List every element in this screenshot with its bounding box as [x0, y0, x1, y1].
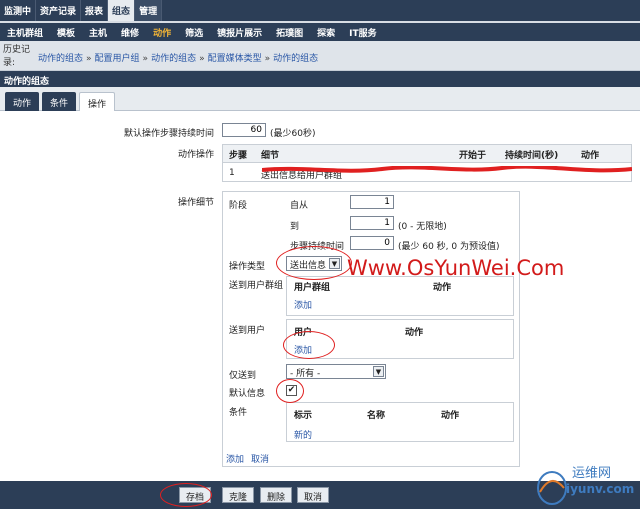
tab-action[interactable]: 动作	[5, 92, 40, 111]
cancel-button[interactable]: 取消	[297, 487, 330, 503]
col-duration: 持续时间(秒)	[505, 151, 559, 161]
sub-nav-it-services[interactable]: IT服务	[342, 26, 384, 39]
top-nav-inventory[interactable]: 资产记录	[36, 0, 82, 21]
col-step: 步骤	[229, 151, 248, 161]
sub-nav-templates[interactable]: 模板	[50, 26, 82, 39]
tabs-bar: 动作 条件 操作	[0, 87, 640, 111]
from-input[interactable]	[350, 195, 394, 209]
col-detail: 细节	[261, 151, 280, 161]
col-action: 动作	[581, 151, 600, 161]
condition-action-header: 动作	[441, 411, 460, 421]
step-duration-hint: (最少 60 秒, 0 为预设值)	[398, 242, 500, 252]
add-operation-link[interactable]: 添加	[226, 452, 244, 465]
sub-nav-discovery[interactable]: 探索	[310, 26, 342, 39]
sub-nav-actions[interactable]: 动作	[146, 26, 178, 39]
send-only-to-label: 仅送到	[229, 371, 257, 381]
breadcrumb-separator: »	[86, 54, 92, 64]
default-step-duration-hint: (最少60秒)	[270, 129, 316, 139]
sub-nav-maps[interactable]: 拓璞图	[269, 26, 310, 39]
top-nav-configuration[interactable]: 组态	[108, 0, 136, 21]
operation-details-box: 阶段 自从 到 (0 - 无限地) 步骤持续时间 (最少 60 秒, 0 为预设…	[222, 191, 520, 467]
operations-form: 默认操作步骤持续时间 (最少60秒) 动作操作 步骤 细节 开始于 持续时间(秒…	[0, 111, 640, 481]
default-message-label: 默认信息	[229, 389, 266, 399]
stage-label: 阶段	[229, 201, 248, 211]
annotation-ellipse	[283, 331, 335, 359]
from-label: 自从	[290, 201, 309, 211]
operations-table: 步骤 细节 开始于 持续时间(秒) 动作 1 送出信息给用户群组	[222, 144, 632, 182]
default-step-duration-input[interactable]	[222, 123, 266, 137]
tab-operations[interactable]: 操作	[79, 92, 116, 111]
user-groups-header: 用户群组	[294, 283, 331, 293]
operations-table-header: 步骤 细节 开始于 持续时间(秒) 动作	[223, 145, 631, 163]
conditions-box: 标示 名称 动作 新的	[286, 402, 514, 442]
sub-nav: 主机群组 模板 主机 维修 动作 筛选 镜报片展示 拓璞图 探索 IT服务	[0, 21, 640, 41]
default-step-duration-label: 默认操作步骤持续时间	[123, 129, 214, 139]
sub-nav-maintenance[interactable]: 维修	[114, 26, 146, 39]
user-groups-action-header: 动作	[433, 283, 452, 293]
sub-nav-filters[interactable]: 筛选	[178, 26, 210, 39]
user-groups-box: 用户群组 动作 添加	[286, 276, 514, 316]
sub-nav-hosts[interactable]: 主机	[82, 26, 114, 39]
annotation-ellipse	[160, 483, 212, 507]
top-nav-reports[interactable]: 报表	[81, 0, 109, 21]
conditions-label: 条件	[229, 408, 248, 418]
send-only-to-value: - 所有 -	[290, 369, 321, 379]
breadcrumb-item[interactable]: 动作的组态	[38, 54, 83, 64]
users-action-header: 动作	[405, 328, 424, 338]
col-start: 开始于	[459, 151, 487, 161]
operations-label: 动作操作	[177, 150, 214, 160]
to-label: 到	[290, 222, 300, 232]
operation-step: 1	[229, 168, 235, 178]
send-only-to-select[interactable]: - 所有 - ▼	[286, 364, 386, 379]
breadcrumb-separator: »	[264, 54, 271, 64]
breadcrumb-item[interactable]: 配置媒体类型	[208, 54, 262, 64]
operation-details-label: 操作细节	[177, 198, 214, 208]
breadcrumb-separator: »	[142, 54, 149, 64]
chevron-down-icon: ▼	[373, 366, 384, 377]
annotation-ellipse	[276, 379, 304, 403]
breadcrumb-item[interactable]: 配置用户组	[95, 54, 140, 64]
sub-nav-host-groups[interactable]: 主机群组	[0, 26, 50, 39]
to-hint: (0 - 无限地)	[398, 222, 447, 232]
sub-nav-screens[interactable]: 镜报片展示	[210, 26, 269, 39]
redaction-scribble	[262, 166, 632, 173]
clone-button[interactable]: 克隆	[222, 487, 255, 503]
add-user-group-link[interactable]: 添加	[294, 298, 312, 311]
annotation-ellipse	[276, 246, 352, 280]
step-duration-input[interactable]	[350, 236, 394, 250]
send-to-users-label: 送到用户	[229, 326, 266, 336]
send-to-groups-label: 送到用户群组	[229, 281, 284, 291]
top-nav: 监测中 资产记录 报表 组态 管理	[0, 0, 640, 21]
tab-conditions[interactable]: 条件	[42, 92, 77, 111]
section-title: 动作的组态	[0, 71, 640, 87]
watermark-text: Www.OsYunWei.Com	[347, 256, 565, 280]
breadcrumb-separator: »	[199, 54, 205, 64]
site-logo-watermark: 运维网 iyunv.com	[532, 458, 636, 508]
logo-text-url: iyunv.com	[566, 482, 635, 496]
breadcrumb-bar: 历史记录: 动作的组态» 配置用户组» 动作的组态» 配置媒体类型» 动作的组态	[0, 41, 640, 71]
condition-name-header: 名称	[367, 411, 386, 421]
delete-button[interactable]: 删除	[260, 487, 293, 503]
condition-tag-header: 标示	[294, 411, 313, 421]
top-nav-administration[interactable]: 管理	[135, 0, 163, 21]
logo-text-cn: 运维网	[572, 466, 612, 481]
to-input[interactable]	[350, 216, 394, 230]
history-label: 历史记录:	[3, 45, 31, 68]
cancel-operation-link[interactable]: 取消	[251, 452, 269, 465]
breadcrumb: 动作的组态» 配置用户组» 动作的组态» 配置媒体类型» 动作的组态	[38, 51, 318, 64]
breadcrumb-item[interactable]: 动作的组态	[151, 54, 196, 64]
breadcrumb-item[interactable]: 动作的组态	[273, 54, 318, 64]
operation-type-label: 操作类型	[229, 262, 266, 272]
new-condition-link[interactable]: 新的	[294, 428, 312, 441]
top-nav-monitoring[interactable]: 监测中	[0, 0, 37, 21]
